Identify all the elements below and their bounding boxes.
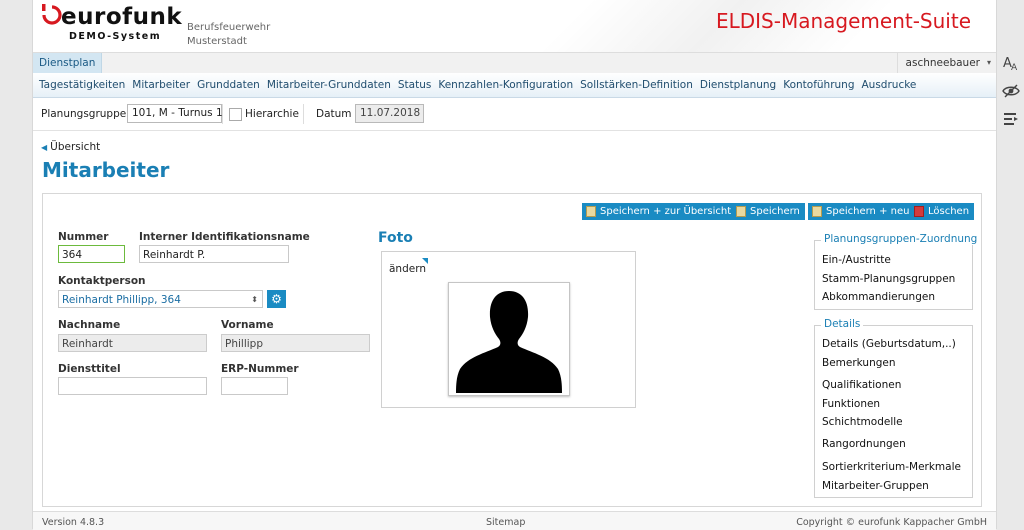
save-overview-label: Speichern + zur Übersicht (600, 206, 732, 217)
back-link[interactable]: ◀ Übersicht (41, 141, 100, 153)
menu-item-5[interactable]: Kennzahlen-Konfiguration (438, 73, 573, 97)
org-line-2: Musterstadt (187, 36, 247, 47)
chevron-left-icon: ◀ (41, 143, 48, 152)
link-mitarbeiter-gruppen[interactable]: Mitarbeiter-Gruppen (822, 480, 929, 492)
logo-wordmark: eurofunk (61, 4, 183, 30)
footer: Version 4.8.3 Sitemap Copyright © eurofu… (33, 511, 996, 530)
list-indent-icon[interactable] (998, 110, 1024, 134)
gear-icon[interactable]: ⚙ (267, 290, 286, 308)
delete-label: Löschen (928, 206, 970, 217)
chevron-down-icon: ▾ (986, 58, 991, 67)
logo-subtitle: DEMO-System (69, 31, 162, 42)
vorname-label: Vorname (221, 319, 274, 331)
link-stamm-planungsgruppen[interactable]: Stamm-Planungsgruppen (822, 273, 955, 285)
save-label: Speichern (750, 206, 800, 217)
nachname-field[interactable]: Reinhardt (58, 334, 207, 352)
menu-item-6[interactable]: Sollstärken-Definition (580, 73, 693, 97)
menu-item-4[interactable]: Status (398, 73, 431, 97)
sitemap-link[interactable]: Sitemap (486, 517, 525, 528)
avatar (448, 282, 570, 396)
intern-field[interactable]: Reinhardt P. (139, 245, 289, 263)
planungsgruppe-label: Planungsgruppe (41, 108, 127, 120)
top-bar: Dienstplan aschneebauer ▾ (33, 52, 996, 74)
menu-item-2[interactable]: Grunddaten (197, 73, 260, 97)
change-photo-link[interactable]: ändern (389, 263, 426, 275)
link-bemerkungen[interactable]: Bemerkungen (822, 357, 896, 369)
nummer-label: Nummer (58, 231, 109, 243)
diensttitel-field[interactable] (58, 377, 207, 395)
visibility-icon[interactable] (998, 82, 1024, 106)
header: eurofunk DEMO-System Berufsfeuerwehr Mus… (33, 0, 996, 52)
link-qualifikationen[interactable]: Qualifikationen (822, 379, 901, 391)
page-title: Mitarbeiter (42, 158, 170, 182)
planungsgruppen-box: Planungsgruppen-Zuordnung Ein-/Austritte… (814, 233, 981, 310)
save-new-label: Speichern + neu (826, 206, 910, 217)
suite-title: ELDIS-Management-Suite (715, 9, 971, 33)
planungsgruppen-heading: Planungsgruppen-Zuordnung (821, 233, 981, 245)
delete-icon (914, 206, 924, 217)
save-icon (812, 206, 822, 217)
user-name: aschneebauer (905, 57, 980, 69)
filter-bar: Planungsgruppe 101, M - Turnus 1 Hierarc… (33, 98, 996, 131)
erp-label: ERP-Nummer (221, 363, 299, 375)
nachname-label: Nachname (58, 319, 121, 331)
font-size-icon[interactable]: AA (998, 54, 1024, 78)
svg-text:A: A (1011, 63, 1018, 72)
app-frame: eurofunk DEMO-System Berufsfeuerwehr Mus… (32, 0, 997, 530)
kontakt-value: Reinhardt Phillipp, 364 (62, 294, 181, 306)
back-link-label: Übersicht (50, 141, 101, 153)
menu-item-8[interactable]: Kontoführung (783, 73, 854, 97)
menu-item-9[interactable]: Ausdrucke (862, 73, 917, 97)
link-rangordnungen[interactable]: Rangordnungen (822, 438, 906, 450)
intern-label: Interner Identifikationsname (139, 231, 310, 243)
copyright-text: Copyright © eurofunk Kappacher GmbH (796, 517, 987, 528)
diensttitel-label: Diensttitel (58, 363, 121, 375)
divider (222, 104, 223, 124)
details-heading: Details (821, 318, 864, 330)
menu-item-1[interactable]: Mitarbeiter (132, 73, 190, 97)
divider (303, 104, 304, 124)
nummer-field[interactable]: 364 (58, 245, 125, 263)
link-funktionen[interactable]: Funktionen (822, 398, 880, 410)
save-icon (586, 206, 596, 217)
main-menu: Tagestätigkeiten Mitarbeiter Grunddaten Mit… (33, 73, 996, 98)
version-text: Version 4.8.3 (42, 517, 105, 528)
kontakt-label: Kontaktperson (58, 275, 146, 287)
save-icon (736, 206, 746, 217)
logo-mark-icon (42, 4, 62, 25)
menu-item-3[interactable]: Mitarbeiter-Grunddaten (267, 73, 391, 97)
menu-item-0[interactable]: Tagestätigkeiten (39, 73, 125, 97)
link-details[interactable]: Details (Geburtsdatum,..) (822, 338, 956, 350)
planungsgruppe-select[interactable]: 101, M - Turnus 1 (127, 104, 223, 123)
organisation-name: Berufsfeuerwehr Musterstadt (187, 21, 270, 49)
link-schichtmodelle[interactable]: Schichtmodelle (822, 416, 903, 428)
datum-input[interactable]: 11.07.2018 (355, 104, 424, 123)
link-ein-austritte[interactable]: Ein-/Austritte (822, 254, 891, 266)
hierarchie-label: Hierarchie (245, 108, 299, 120)
select-arrow-icon: ⬍ (251, 295, 258, 304)
link-sortierkriterium[interactable]: Sortierkriterium-Merkmale (822, 461, 961, 473)
corner-arrow-icon (422, 258, 428, 264)
tab-dienstplan[interactable]: Dienstplan (33, 53, 103, 73)
link-abkommandierungen[interactable]: Abkommandierungen (822, 291, 935, 303)
person-silhouette-icon (456, 291, 562, 393)
kontakt-select[interactable]: Reinhardt Phillipp, 364 ⬍ (58, 290, 263, 308)
foto-heading: Foto (378, 230, 413, 246)
save-overview-button[interactable]: Speichern + zur Übersicht (582, 203, 737, 220)
hierarchie-checkbox[interactable] (229, 108, 242, 121)
save-new-button[interactable]: Speichern + neu (808, 203, 915, 220)
user-menu[interactable]: aschneebauer ▾ (896, 53, 996, 73)
details-box: Details Details (Geburtsdatum,..) Bemerk… (814, 318, 973, 498)
employee-panel: Speichern + zur Übersicht Speichern Spei… (42, 193, 982, 507)
delete-button[interactable]: Löschen (910, 203, 975, 220)
org-line-1: Berufsfeuerwehr (187, 22, 271, 33)
foto-box: ändern (381, 251, 636, 408)
datum-label: Datum (316, 108, 352, 120)
erp-field[interactable] (221, 377, 288, 395)
vorname-field[interactable]: Phillipp (221, 334, 370, 352)
save-button[interactable]: Speichern (732, 203, 805, 220)
menu-item-7[interactable]: Dienstplanung (700, 73, 776, 97)
